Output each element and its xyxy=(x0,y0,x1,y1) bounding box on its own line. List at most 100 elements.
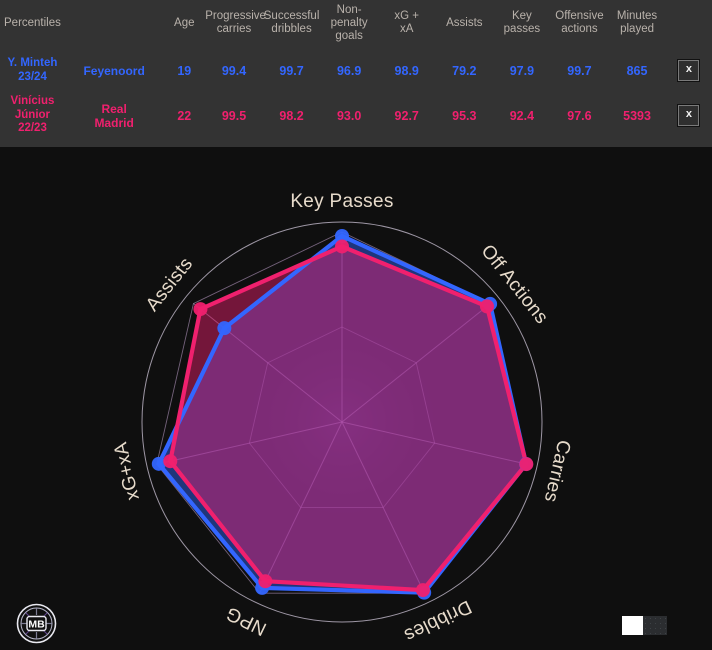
cell-xg-xa: 98.9 xyxy=(378,48,436,93)
table-body: Y. Minteh 23/24 Feyenoord 19 99.4 99.7 96.9 98.… xyxy=(0,48,712,138)
header-successful-dribbles: Successful dribbles xyxy=(263,0,321,48)
toggle-off-half[interactable] xyxy=(643,616,667,635)
header-line: passes xyxy=(503,23,541,35)
cell-line: 22 xyxy=(177,108,192,123)
cell-line: 19 xyxy=(177,63,192,78)
header-line: penalty xyxy=(330,16,368,29)
header-line: Successful xyxy=(263,10,320,22)
cell-offensive-actions: 99.7 xyxy=(551,48,609,93)
cell-line: 92.4 xyxy=(509,108,535,123)
cell-offensive-actions: 97.6 xyxy=(551,93,609,138)
cell-successful-dribbles: 99.7 xyxy=(263,48,321,93)
header-line: xG + xyxy=(394,10,420,22)
header-line: Non- xyxy=(336,3,362,16)
header-age: Age xyxy=(163,0,205,48)
axis-label: Carries xyxy=(540,438,575,504)
header-minutes-played: Minutes played xyxy=(608,0,666,48)
cell-age: 22 xyxy=(163,93,205,138)
header-assists: Assists xyxy=(436,0,494,48)
cell-progressive-carries: 99.4 xyxy=(205,48,263,93)
axis-label: Assists xyxy=(142,254,197,316)
header-line: Minutes xyxy=(616,10,658,22)
mb-logo-text: MB xyxy=(28,619,45,631)
cell-line: 99.7 xyxy=(567,63,592,78)
axis-label: Key Passes xyxy=(290,191,393,212)
cell-minutes-played: 865 xyxy=(608,48,666,93)
cell-assists: 79.2 xyxy=(436,48,494,93)
radar-chart-area: Key Passes Off Actions Carries Dribbles NPG x… xyxy=(0,147,712,650)
radar-data-point[interactable] xyxy=(163,454,178,469)
table-title: Percentiles xyxy=(0,0,65,48)
cell-line: Y. Minteh xyxy=(7,57,58,69)
radar-data-point[interactable] xyxy=(217,321,232,336)
cell-line: 79.2 xyxy=(452,63,477,78)
radar-data-point[interactable] xyxy=(519,457,534,472)
header-non-penalty-goals: Non-penalty goals xyxy=(320,0,378,48)
header-offensive-actions: Offensive actions xyxy=(551,0,609,48)
cell-key-passes: 92.4 xyxy=(493,93,551,138)
cell-line: 93.0 xyxy=(336,108,362,123)
header-line: dribbles xyxy=(271,23,312,35)
radar-chart: Key PassesOff ActionsCarriesDribblesNPGx… xyxy=(110,191,575,646)
header-xg-xa: xG + xA xyxy=(378,0,436,48)
header-line: Key xyxy=(511,10,532,22)
remove-cell: x xyxy=(666,48,712,93)
header-line: Progressive xyxy=(205,10,266,22)
table-row: Y. Minteh 23/24 Feyenoord 19 99.4 99.7 96.9 98.… xyxy=(0,48,712,93)
remove-row-button[interactable]: x xyxy=(678,60,700,81)
axis-label: xG+xA xyxy=(110,440,144,502)
cell-line: Real xyxy=(101,101,127,116)
header-line: played xyxy=(620,23,654,35)
header-line: goals xyxy=(335,29,363,42)
header-line: Assists xyxy=(446,16,483,29)
header-line: Offensive xyxy=(555,10,604,22)
mb-logo[interactable]: MB xyxy=(16,603,57,644)
theme-toggle[interactable] xyxy=(621,615,668,636)
cell-line: 97.9 xyxy=(509,63,535,78)
cell-line: Feyenoord xyxy=(83,63,145,78)
percentile-table-panel: Percentiles Age Progressive carries Succe… xyxy=(0,0,712,147)
cell-age: 19 xyxy=(163,48,205,93)
cell-line: 23/24 xyxy=(18,70,47,83)
cell-line: 95.3 xyxy=(452,108,477,123)
cell-line: 99.5 xyxy=(221,108,247,123)
radar-data-point[interactable] xyxy=(415,583,430,598)
header-team xyxy=(65,0,163,48)
cell-line: Madrid xyxy=(94,115,134,130)
header-line: carries xyxy=(216,23,252,35)
mb-logo-icon: MB xyxy=(16,603,57,644)
radar-data-point[interactable] xyxy=(258,574,273,589)
header-line: Age xyxy=(174,16,195,29)
player-team: Real Madrid xyxy=(65,93,163,138)
cell-key-passes: 97.9 xyxy=(493,48,551,93)
cell-line: 5393 xyxy=(623,108,651,123)
header-line: actions xyxy=(561,23,598,35)
cell-line: 99.4 xyxy=(221,63,247,78)
table-title-text: Percentiles xyxy=(4,16,61,29)
cell-line: 92.7 xyxy=(394,108,419,123)
cell-line: 96.9 xyxy=(336,63,362,78)
cell-line: 98.9 xyxy=(394,63,419,78)
table-header: Percentiles Age Progressive carries Succe… xyxy=(0,0,712,48)
radar-data-point[interactable] xyxy=(479,299,494,314)
toggle-on-half[interactable] xyxy=(622,616,643,635)
cell-line: 99.7 xyxy=(279,63,304,78)
cell-assists: 95.3 xyxy=(436,93,494,138)
cell-line: Vinícius xyxy=(10,95,55,108)
cell-successful-dribbles: 98.2 xyxy=(263,93,321,138)
radar-data-point[interactable] xyxy=(335,239,349,254)
cell-xg-xa: 92.7 xyxy=(378,93,436,138)
remove-row-button[interactable]: x xyxy=(678,105,700,126)
cell-non-penalty-goals: 96.9 xyxy=(320,48,378,93)
header-key-passes: Key passes xyxy=(493,0,551,48)
app-root: Percentiles Age Progressive carries Succe… xyxy=(0,0,712,650)
cell-line: 865 xyxy=(626,63,648,78)
header-progressive-carries: Progressive carries xyxy=(205,0,266,48)
cell-line: 97.6 xyxy=(567,108,592,123)
cell-minutes-played: 5393 xyxy=(608,93,666,138)
header-line: xA xyxy=(400,23,414,35)
axis-label: NPG xyxy=(223,602,270,639)
player-name: Vinícius Júnior 22/23 xyxy=(0,93,65,138)
cell-progressive-carries: 99.5 xyxy=(205,93,263,138)
radar-data-point[interactable] xyxy=(193,302,208,317)
